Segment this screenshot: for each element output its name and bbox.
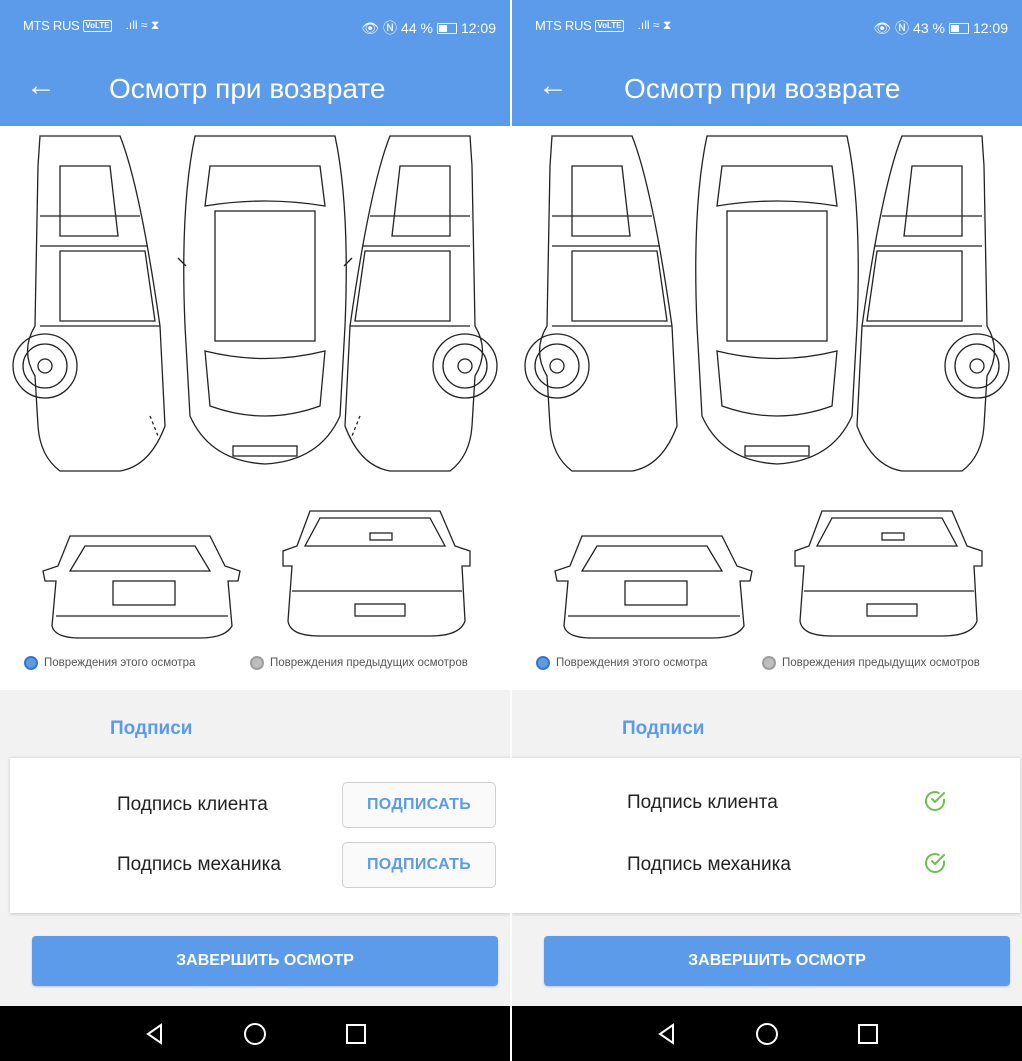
nfc-icon: Ⓝ — [383, 20, 398, 36]
clock: 12:09 — [460, 20, 496, 36]
legend-previous-label: Повреждения предыдущих осмотров — [270, 657, 468, 669]
arrow-back-icon[interactable]: ← — [26, 70, 56, 102]
app-bar: ← Осмотр при возврате — [512, 50, 1022, 126]
volte-badge: VoLTE — [83, 19, 112, 32]
nfc-icon: Ⓝ — [895, 20, 910, 36]
finish-inspection-button[interactable]: ЗАВЕРШИТЬ ОСМОТР — [544, 936, 1010, 986]
android-navbar — [512, 1006, 1022, 1061]
status-bar: MTS RUS VoLTE .ıll ≈ ⧗ 👁 Ⓝ 43 % 12:09 — [512, 0, 1022, 50]
legend-current[interactable]: Повреждения этого осмотра — [24, 656, 195, 670]
app-bar: ← Осмотр при возврате — [0, 50, 510, 126]
legend-current[interactable]: Повреждения этого осмотра — [536, 656, 707, 670]
signal-wifi-icons: .ıll ≈ ⧗ — [125, 18, 160, 32]
sign-client-button[interactable]: ПОДПИСАТЬ — [342, 782, 496, 828]
signatures-title: Подписи — [622, 718, 705, 739]
legend-previous[interactable]: Повреждения предыдущих осмотров — [250, 656, 468, 670]
mechanic-signature-row: Подпись механика ПОДПИСАТЬ — [10, 840, 510, 890]
clock: 12:09 — [972, 20, 1008, 36]
eye-icon: 👁 — [361, 19, 380, 36]
square-recents-icon[interactable] — [344, 1022, 368, 1046]
battery-percent: 43 % — [913, 20, 945, 36]
phone-screen-signed: MTS RUS VoLTE .ıll ≈ ⧗ 👁 Ⓝ 43 % 12:09 ← … — [512, 0, 1022, 1061]
signal-wifi-icons: .ıll ≈ ⧗ — [637, 18, 672, 32]
blue-dot-icon — [24, 656, 38, 670]
legend-current-label: Повреждения этого осмотра — [44, 657, 196, 669]
sign-mechanic-button[interactable]: ПОДПИСАТЬ — [342, 842, 496, 888]
client-signature-label: Подпись клиента — [117, 794, 268, 815]
battery-icon — [436, 22, 457, 34]
carrier-name: MTS RUS — [535, 18, 592, 33]
volte-badge: VoLTE — [595, 19, 624, 32]
square-recents-icon[interactable] — [856, 1022, 880, 1046]
mechanic-signature-label: Подпись механика — [117, 854, 281, 875]
car-damage-diagram[interactable] — [512, 126, 1022, 646]
check-circle-icon — [925, 853, 945, 873]
damage-legend: Повреждения этого осмотра Повреждения пр… — [512, 646, 1022, 690]
circle-home-icon[interactable] — [755, 1022, 779, 1046]
arrow-back-icon[interactable]: ← — [538, 70, 568, 102]
check-circle-icon — [925, 791, 945, 811]
triangle-back-icon[interactable] — [655, 1022, 679, 1046]
car-damage-diagram[interactable] — [0, 126, 510, 646]
eye-icon: 👁 — [873, 19, 892, 36]
signatures-title: Подписи — [110, 718, 193, 739]
carrier-name: MTS RUS — [23, 18, 80, 33]
client-signature-row: Подпись клиента ПОДПИСАТЬ — [10, 780, 510, 830]
mechanic-signature-row: Подпись механика — [512, 840, 1020, 890]
grey-dot-icon — [762, 656, 776, 670]
client-signature-row: Подпись клиента — [512, 778, 1020, 828]
status-bar: MTS RUS VoLTE .ıll ≈ ⧗ 👁 Ⓝ 44 % 12:09 — [0, 0, 510, 50]
battery-icon — [948, 22, 969, 34]
mechanic-signature-label: Подпись механика — [627, 854, 791, 875]
legend-previous-label: Повреждения предыдущих осмотров — [782, 657, 980, 669]
legend-previous[interactable]: Повреждения предыдущих осмотров — [762, 656, 980, 670]
blue-dot-icon — [536, 656, 550, 670]
battery-percent: 44 % — [401, 20, 433, 36]
legend-current-label: Повреждения этого осмотра — [556, 657, 708, 669]
page-title: Осмотр при возврате — [624, 73, 901, 104]
triangle-back-icon[interactable] — [143, 1022, 167, 1046]
phone-screen-unsigned: MTS RUS VoLTE .ıll ≈ ⧗ 👁 Ⓝ 44 % 12:09 ← … — [0, 0, 510, 1061]
signatures-card: Подпись клиента Подпись механика — [512, 757, 1020, 913]
signatures-header: Подписи — [0, 700, 510, 756]
finish-inspection-button[interactable]: ЗАВЕРШИТЬ ОСМОТР — [32, 936, 498, 986]
signatures-header: Подписи — [512, 700, 1022, 756]
client-signature-label: Подпись клиента — [627, 792, 778, 813]
page-title: Осмотр при возврате — [109, 73, 386, 104]
android-navbar — [0, 1006, 510, 1061]
circle-home-icon[interactable] — [243, 1022, 267, 1046]
signatures-card: Подпись клиента ПОДПИСАТЬ Подпись механи… — [10, 757, 510, 913]
damage-legend: Повреждения этого осмотра Повреждения пр… — [0, 646, 510, 690]
grey-dot-icon — [250, 656, 264, 670]
